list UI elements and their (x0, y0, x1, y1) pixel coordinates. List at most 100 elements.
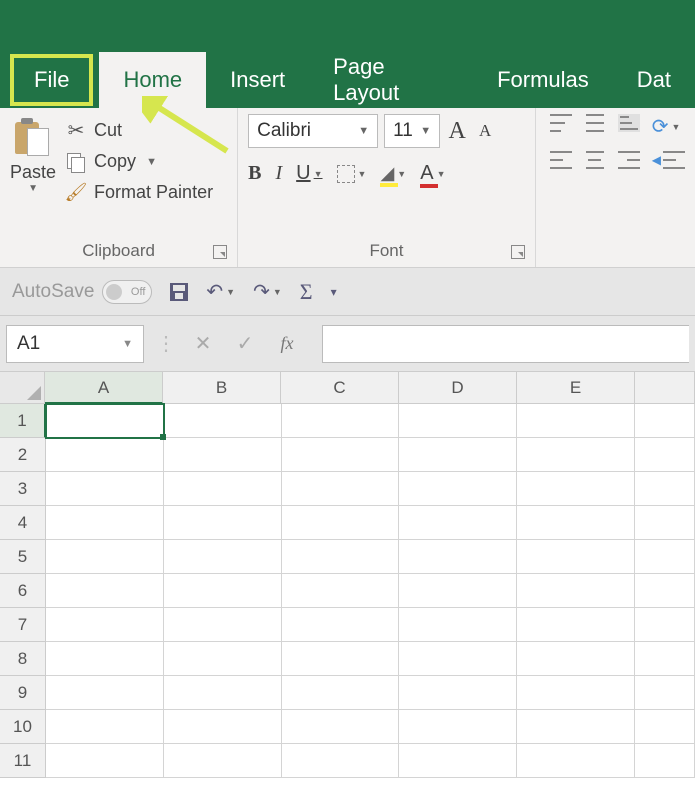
paste-button[interactable]: Paste ▼ (10, 114, 56, 237)
tab-file[interactable]: File (10, 54, 93, 106)
row-header-6[interactable]: 6 (0, 574, 46, 608)
increase-font-button[interactable]: A (446, 118, 468, 145)
italic-button[interactable]: I (275, 162, 282, 185)
cell-B1[interactable] (164, 404, 282, 438)
cell-B8[interactable] (164, 642, 282, 676)
undo-button[interactable]: ↶▼ (206, 279, 235, 304)
cell-partial[interactable] (635, 744, 695, 778)
cell-D9[interactable] (399, 676, 517, 710)
cell-D4[interactable] (399, 506, 517, 540)
cell-D5[interactable] (399, 540, 517, 574)
decrease-font-button[interactable]: A (474, 121, 496, 141)
row-header-11[interactable]: 11 (0, 744, 46, 778)
cell-A8[interactable] (46, 642, 164, 676)
cell-C7[interactable] (282, 608, 400, 642)
cell-B7[interactable] (164, 608, 282, 642)
cell-E6[interactable] (517, 574, 635, 608)
cell-E4[interactable] (517, 506, 635, 540)
align-middle-button[interactable] (584, 114, 606, 132)
cell-C11[interactable] (282, 744, 400, 778)
font-launcher[interactable] (511, 245, 525, 259)
cell-B3[interactable] (164, 472, 282, 506)
row-header-9[interactable]: 9 (0, 676, 46, 710)
row-header-2[interactable]: 2 (0, 438, 46, 472)
row-header-1[interactable]: 1 (0, 404, 46, 438)
cell-A4[interactable] (46, 506, 164, 540)
cell-A1[interactable] (46, 404, 164, 438)
underline-button[interactable]: U▼ (296, 162, 322, 185)
column-header-C[interactable]: C (281, 372, 399, 404)
cell-E9[interactable] (517, 676, 635, 710)
fill-color-button[interactable]: ◢ ▼ (380, 163, 406, 184)
cell-D1[interactable] (399, 404, 517, 438)
cell-E1[interactable] (517, 404, 635, 438)
row-header-7[interactable]: 7 (0, 608, 46, 642)
align-center-button[interactable] (584, 151, 606, 169)
cell-E3[interactable] (517, 472, 635, 506)
decrease-indent-button[interactable]: ◀ (652, 151, 685, 169)
cell-D10[interactable] (399, 710, 517, 744)
tab-formulas[interactable]: Formulas (473, 52, 613, 108)
insert-function-button[interactable]: fx (272, 333, 302, 354)
cell-E10[interactable] (517, 710, 635, 744)
cell-A3[interactable] (46, 472, 164, 506)
cell-partial[interactable] (635, 438, 695, 472)
row-header-3[interactable]: 3 (0, 472, 46, 506)
cell-E8[interactable] (517, 642, 635, 676)
cell-C5[interactable] (282, 540, 400, 574)
paste-dropdown-icon[interactable]: ▼ (28, 183, 38, 194)
format-painter-button[interactable]: 🖌 Format Painter (66, 182, 213, 203)
cell-B10[interactable] (164, 710, 282, 744)
cell-C3[interactable] (282, 472, 400, 506)
formula-input[interactable] (322, 325, 689, 363)
column-header-E[interactable]: E (517, 372, 635, 404)
font-color-button[interactable]: A ▼ (420, 162, 445, 185)
cell-B6[interactable] (164, 574, 282, 608)
cell-partial[interactable] (635, 710, 695, 744)
name-box[interactable]: A1▼ (6, 325, 144, 363)
cell-D3[interactable] (399, 472, 517, 506)
cell-B2[interactable] (164, 438, 282, 472)
cell-partial[interactable] (635, 540, 695, 574)
cell-partial[interactable] (635, 472, 695, 506)
cell-C10[interactable] (282, 710, 400, 744)
cell-A9[interactable] (46, 676, 164, 710)
cell-C9[interactable] (282, 676, 400, 710)
copy-button[interactable]: Copy ▼ (66, 151, 213, 172)
cell-A10[interactable] (46, 710, 164, 744)
cell-A6[interactable] (46, 574, 164, 608)
align-bottom-button[interactable] (618, 114, 640, 132)
align-top-button[interactable] (550, 114, 572, 132)
cell-partial[interactable] (635, 642, 695, 676)
cell-E7[interactable] (517, 608, 635, 642)
cell-B9[interactable] (164, 676, 282, 710)
redo-button[interactable]: ↷▼ (253, 279, 282, 304)
borders-button[interactable]: ▼ (337, 165, 367, 183)
align-left-button[interactable] (550, 151, 572, 169)
tab-home[interactable]: Home (99, 52, 206, 108)
column-header-partial[interactable] (635, 372, 695, 404)
cell-C4[interactable] (282, 506, 400, 540)
tab-page-layout[interactable]: Page Layout (309, 52, 473, 108)
cell-D7[interactable] (399, 608, 517, 642)
qat-customize-button[interactable]: ▾ (331, 285, 337, 299)
font-size-select[interactable]: 11▼ (384, 114, 440, 148)
cell-D2[interactable] (399, 438, 517, 472)
cell-C6[interactable] (282, 574, 400, 608)
cell-E11[interactable] (517, 744, 635, 778)
align-right-button[interactable] (618, 151, 640, 169)
autosave-toggle[interactable]: AutoSave Off (12, 280, 152, 304)
bold-button[interactable]: B (248, 162, 261, 185)
cell-C2[interactable] (282, 438, 400, 472)
cell-C1[interactable] (282, 404, 400, 438)
cell-partial[interactable] (635, 608, 695, 642)
cell-A5[interactable] (46, 540, 164, 574)
autosum-button[interactable]: Σ (300, 279, 313, 305)
row-header-4[interactable]: 4 (0, 506, 46, 540)
select-all-corner[interactable] (0, 372, 45, 404)
column-header-D[interactable]: D (399, 372, 517, 404)
cell-E2[interactable] (517, 438, 635, 472)
row-header-8[interactable]: 8 (0, 642, 46, 676)
cell-A2[interactable] (46, 438, 164, 472)
font-name-select[interactable]: Calibri▼ (248, 114, 378, 148)
